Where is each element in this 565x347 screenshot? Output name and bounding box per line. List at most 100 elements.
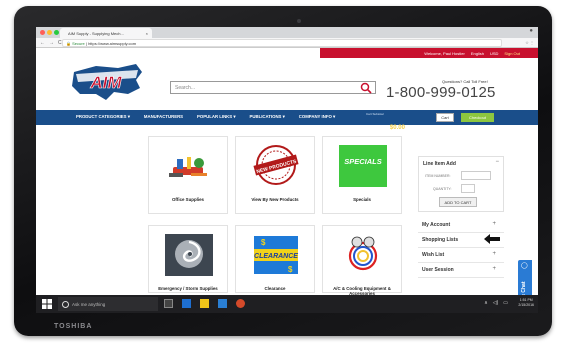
taskbar-clock[interactable]: 1:51 PM 2/15/2016 <box>518 298 534 308</box>
svg-text:$: $ <box>261 238 266 247</box>
volume-icon[interactable]: ◁) <box>493 300 499 306</box>
window-controls <box>40 30 59 35</box>
line-item-add-title: Line Item Add <box>423 161 456 167</box>
phone-number[interactable]: 1-800-999-0125 <box>386 84 496 101</box>
category-card-clearance[interactable]: CLEARANCE $ $ Clearance <box>235 225 315 293</box>
search-input[interactable]: Search... <box>170 81 376 94</box>
lock-icon: 🔒 <box>66 41 71 46</box>
browser-tab[interactable]: AIM Supply - Supplying Mech... × <box>60 28 152 38</box>
nav-publications[interactable]: PUBLICATIONS ▾ <box>250 114 285 120</box>
svg-text:$: $ <box>288 265 293 274</box>
top-utility-bar: Welcome, Paul Hostler English USD Sign O… <box>320 48 538 58</box>
expand-icon[interactable]: + <box>492 221 496 227</box>
item-number-input[interactable] <box>461 171 491 180</box>
taskbar-search-text: Ask me anything <box>72 301 106 307</box>
close-window-button[interactable] <box>40 30 45 35</box>
cart-subtotal-label: Cart Subtotal <box>366 112 384 116</box>
chat-bubble-icon: ◯ <box>521 263 528 269</box>
tab-title: AIM Supply - Supplying Mech... <box>68 31 124 36</box>
currency-select[interactable]: USD <box>490 51 498 56</box>
menu-label: Shopping Lists <box>422 237 459 243</box>
web-page: Welcome, Paul Hostler English USD Sign O… <box>36 48 538 310</box>
minimize-window-button[interactable] <box>47 30 52 35</box>
webcam <box>297 19 301 23</box>
aim-logo[interactable]: AIM <box>66 58 146 103</box>
windows-taskbar: Ask me anything ∧ ◁) ▭ 1:51 PM 2/15/2016 <box>36 295 538 313</box>
clearance-badge-text: CLEARANCE <box>254 253 298 260</box>
forward-icon[interactable]: → <box>49 40 54 46</box>
cart-button[interactable]: Cart <box>436 113 454 122</box>
notifications-icon[interactable]: ▭ <box>503 300 508 306</box>
address-bar: ← → C 🔒 Secure | https://www.aimsupply.c… <box>36 38 538 48</box>
new-products-badge-image: NEW PRODUCTS <box>253 145 299 185</box>
browser-menu-icon[interactable]: ☆ ⋮ <box>525 40 534 45</box>
browser-tabbar: AIM Supply - Supplying Mech... × ● <box>36 27 538 38</box>
back-icon[interactable]: ← <box>40 40 45 46</box>
category-caption: Clearance <box>264 286 286 291</box>
quantity-input[interactable] <box>461 184 475 193</box>
nav-company-info[interactable]: COMPANY INFO ▾ <box>299 114 335 120</box>
nav-manufacturers[interactable]: MANUFACTURERS <box>144 114 183 120</box>
language-select[interactable]: English <box>471 51 484 56</box>
chrome-icon[interactable] <box>236 299 245 308</box>
cart-item-count: 0 item(s) <box>366 125 383 130</box>
task-view-icon[interactable] <box>164 299 173 308</box>
clearance-image: CLEARANCE $ $ <box>254 236 298 274</box>
collapse-icon[interactable]: − <box>495 159 499 165</box>
category-card-ac-cooling[interactable]: A/C & Cooling Equipment & Accessories <box>322 225 402 296</box>
line-item-add-panel: Line Item Add − ITEM NUMBER: QUANTITY: A… <box>418 156 504 212</box>
menu-my-account[interactable]: My Account + <box>418 218 504 233</box>
menu-user-session[interactable]: User Session + <box>418 263 504 278</box>
taskbar-search-box[interactable]: Ask me anything <box>58 297 158 311</box>
menu-label: Wish List <box>422 252 445 258</box>
network-icon[interactable]: ∧ <box>484 300 488 306</box>
nav-popular-links[interactable]: POPULAR LINKS ▾ <box>197 114 235 120</box>
category-caption: Office Supplies <box>172 197 204 202</box>
office-supplies-image <box>169 157 207 177</box>
system-tray: ∧ ◁) ▭ <box>484 300 508 306</box>
search-icon[interactable] <box>360 82 372 94</box>
nav-links: PRODUCT CATEGORIES ▾ MANUFACTURERS POPUL… <box>76 114 335 120</box>
category-caption: Emergency / Storm Supplies <box>158 286 218 291</box>
cortana-icon <box>62 300 69 308</box>
pointer-arrow-icon <box>484 234 500 244</box>
specials-image: SPECIALS <box>339 145 387 187</box>
account-menu: My Account + Shopping Lists Wish List + … <box>418 218 504 278</box>
category-card-office-supplies[interactable]: Office Supplies <box>148 136 228 214</box>
edge-icon[interactable] <box>182 299 191 308</box>
tab-close-icon[interactable]: × <box>146 31 148 36</box>
windows-start-icon[interactable] <box>42 299 52 309</box>
specials-badge-text: SPECIALS <box>344 157 382 166</box>
store-icon[interactable] <box>218 299 227 308</box>
secure-label: Secure <box>72 41 85 46</box>
svg-text:AIM: AIM <box>89 73 122 92</box>
device-brand: TOSHIBA <box>54 323 93 330</box>
category-caption: View By New Products <box>251 197 299 202</box>
category-card-storm-supplies[interactable]: Emergency / Storm Supplies <box>148 225 228 293</box>
category-card-new-products[interactable]: NEW PRODUCTS View By New Products <box>235 136 315 214</box>
menu-label: My Account <box>422 222 451 228</box>
url-field[interactable]: 🔒 Secure | https://www.aimsupply.com <box>62 39 502 47</box>
account-icon[interactable]: ● <box>529 28 533 34</box>
taskbar-apps <box>164 299 245 308</box>
category-card-specials[interactable]: SPECIALS Specials <box>322 136 402 214</box>
item-number-label: ITEM NUMBER: <box>425 174 451 178</box>
menu-wish-list[interactable]: Wish List + <box>418 248 504 263</box>
category-caption: Specials <box>353 197 371 202</box>
maximize-window-button[interactable] <box>54 30 59 35</box>
add-to-cart-button[interactable]: ADD TO CART <box>439 197 477 207</box>
menu-label: User Session <box>422 267 454 273</box>
nav-product-categories[interactable]: PRODUCT CATEGORIES ▾ <box>76 114 130 120</box>
expand-icon[interactable]: + <box>492 266 496 272</box>
ac-gauges-image <box>348 236 378 271</box>
quantity-label: QUANTITY: <box>433 187 452 191</box>
expand-icon[interactable]: + <box>492 251 496 257</box>
main-navbar: PRODUCT CATEGORIES ▾ MANUFACTURERS POPUL… <box>36 110 538 131</box>
sign-out-link[interactable]: Sign Out <box>504 51 520 56</box>
cart-total: $0.00 <box>389 125 405 131</box>
url-text: https://www.aimsupply.com <box>88 41 137 46</box>
checkout-button[interactable]: Checkout <box>461 113 494 122</box>
welcome-text: Welcome, Paul Hostler <box>424 50 465 56</box>
file-explorer-icon[interactable] <box>200 299 209 308</box>
cart-summary[interactable]: Cart Subtotal 0 item(s) $0.00 <box>366 112 412 131</box>
